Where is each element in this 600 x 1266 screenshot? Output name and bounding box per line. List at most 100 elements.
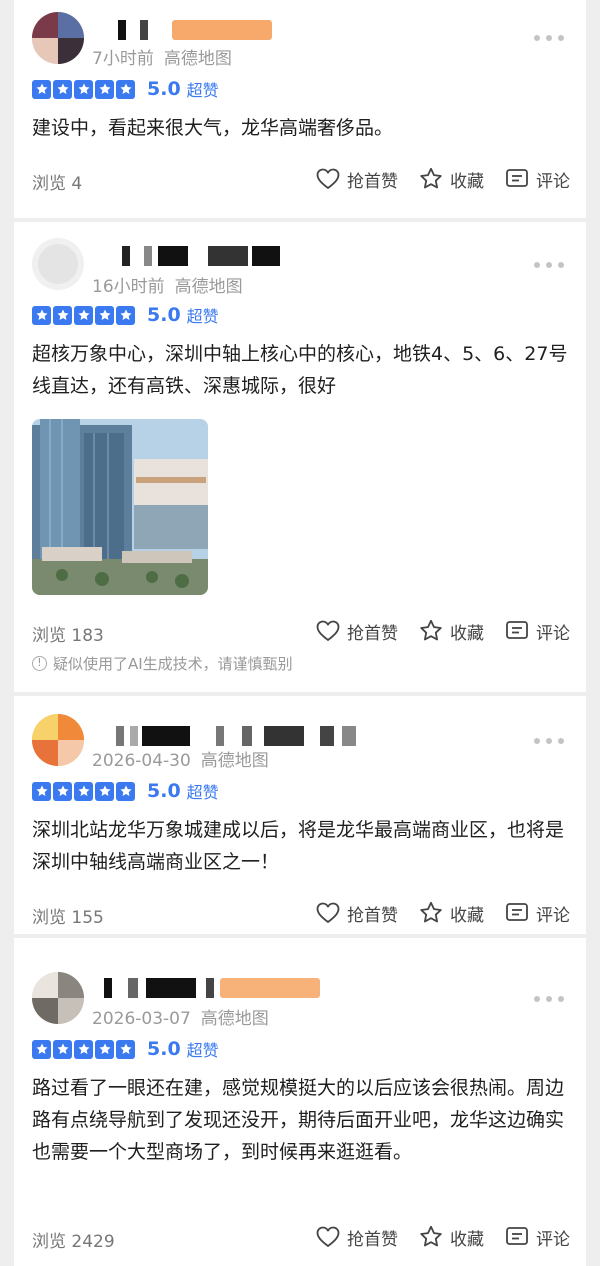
favorite-label: 收藏 xyxy=(450,171,484,192)
like-button[interactable]: 抢首赞 xyxy=(315,1224,398,1250)
star-icon xyxy=(74,781,93,801)
star-icon xyxy=(116,1039,135,1059)
review-actions: 抢首赞 收藏 评论 xyxy=(295,617,570,645)
review-source: 高德地图 xyxy=(174,277,243,297)
review-card: 16小时前 高德地图 5.0 超赞 超核万象中心，深圳中轴上核心中的核心，地铁4、… xyxy=(14,222,586,692)
rating-score: 5.0 xyxy=(147,780,181,802)
star-icon xyxy=(74,305,93,325)
view-count: 浏览 155 xyxy=(32,908,104,928)
review-card: 2026-03-07 高德地图 5.0 超赞 路过看了一眼还在建，感觉规模挺大的以… xyxy=(14,938,586,1266)
rating-level: 超赞 xyxy=(186,1041,219,1060)
star-icon xyxy=(32,305,51,325)
star-outline-icon xyxy=(418,900,444,926)
star-icon xyxy=(116,781,135,801)
review-time: 16小时前 xyxy=(92,277,165,297)
view-count: 浏览 4 xyxy=(32,174,83,194)
star-icon xyxy=(74,79,93,99)
star-icon xyxy=(95,1039,114,1059)
heart-icon xyxy=(315,166,341,192)
star-icon xyxy=(116,305,135,325)
ai-warning: ! 疑似使用了AI生成技术，请谨慎甄别 xyxy=(32,653,293,674)
username-blurred xyxy=(116,726,376,746)
rating: 5.0 超赞 xyxy=(32,304,219,326)
star-icon xyxy=(53,781,72,801)
comment-icon xyxy=(504,1224,530,1250)
review-meta: 2026-03-07 高德地图 xyxy=(92,1004,269,1029)
username-blurred xyxy=(104,978,334,998)
star-icon xyxy=(74,1039,93,1059)
rating-score: 5.0 xyxy=(147,1038,181,1060)
like-button[interactable]: 抢首赞 xyxy=(315,166,398,192)
review-time: 7小时前 xyxy=(92,49,154,69)
review-time: 2026-04-30 xyxy=(92,751,191,771)
view-count: 浏览 183 xyxy=(32,626,104,646)
favorite-label: 收藏 xyxy=(450,623,484,644)
more-icon[interactable] xyxy=(534,736,564,746)
rating: 5.0 超赞 xyxy=(32,78,219,100)
rating: 5.0 超赞 xyxy=(32,780,219,802)
review-card: 7小时前 高德地图 5.0 超赞 建设中，看起来很大气，龙华高端奢侈品。 浏览 4… xyxy=(14,0,586,218)
review-text: 深圳北站龙华万象城建成以后，将是龙华最高端商业区，也将是深圳中轴线高端商业区之一… xyxy=(32,819,565,873)
rating-level: 超赞 xyxy=(186,81,219,100)
rating-level: 超赞 xyxy=(186,783,219,802)
favorite-button[interactable]: 收藏 xyxy=(418,1224,484,1250)
like-label: 抢首赞 xyxy=(347,905,398,926)
review-actions: 抢首赞 收藏 评论 xyxy=(295,1223,570,1251)
view-count: 浏览 2429 xyxy=(32,1232,115,1252)
review-text: 建设中，看起来很大气，龙华高端奢侈品。 xyxy=(32,117,394,139)
review-source: 高德地图 xyxy=(163,49,232,69)
rating-score: 5.0 xyxy=(147,78,181,100)
heart-icon xyxy=(315,1224,341,1250)
like-button[interactable]: 抢首赞 xyxy=(315,618,398,644)
comment-button[interactable]: 评论 xyxy=(504,166,570,192)
avatar[interactable] xyxy=(32,238,84,290)
more-icon[interactable] xyxy=(534,994,564,1004)
star-icon xyxy=(95,305,114,325)
star-icon xyxy=(95,781,114,801)
star-icon xyxy=(53,1039,72,1059)
like-button[interactable]: 抢首赞 xyxy=(315,900,398,926)
star-icon xyxy=(53,79,72,99)
comment-label: 评论 xyxy=(536,905,570,926)
comment-button[interactable]: 评论 xyxy=(504,1224,570,1250)
more-icon[interactable] xyxy=(534,260,564,270)
heart-icon xyxy=(315,900,341,926)
comment-icon xyxy=(504,618,530,644)
comment-icon xyxy=(504,166,530,192)
review-photo[interactable] xyxy=(32,419,208,595)
favorite-button[interactable]: 收藏 xyxy=(418,900,484,926)
avatar[interactable] xyxy=(32,714,84,766)
rating-level: 超赞 xyxy=(186,307,219,326)
like-label: 抢首赞 xyxy=(347,171,398,192)
review-card: 2026-04-30 高德地图 5.0 超赞 深圳北站龙华万象城建成以后，将是龙华… xyxy=(14,696,586,934)
review-text: 超核万象中心，深圳中轴上核心中的核心，地铁4、5、6、27号线直达，还有高铁、深… xyxy=(32,343,568,397)
star-icon xyxy=(32,781,51,801)
review-actions: 抢首赞 收藏 评论 xyxy=(295,899,570,927)
star-icon xyxy=(53,305,72,325)
review-meta: 2026-04-30 高德地图 xyxy=(92,746,269,771)
favorite-button[interactable]: 收藏 xyxy=(418,166,484,192)
ai-warning-text: 疑似使用了AI生成技术，请谨慎甄别 xyxy=(53,655,293,673)
review-time: 2026-03-07 xyxy=(92,1009,191,1029)
review-meta: 7小时前 高德地图 xyxy=(92,44,232,69)
star-icon xyxy=(32,1039,51,1059)
star-outline-icon xyxy=(418,1224,444,1250)
comment-label: 评论 xyxy=(536,1229,570,1250)
more-icon[interactable] xyxy=(534,33,564,43)
star-icon xyxy=(95,79,114,99)
comment-icon xyxy=(504,900,530,926)
rating-score: 5.0 xyxy=(147,304,181,326)
review-source: 高德地图 xyxy=(200,751,269,771)
comment-button[interactable]: 评论 xyxy=(504,618,570,644)
favorite-label: 收藏 xyxy=(450,905,484,926)
comment-label: 评论 xyxy=(536,623,570,644)
username-blurred xyxy=(118,20,278,40)
avatar[interactable] xyxy=(32,972,84,1024)
comment-button[interactable]: 评论 xyxy=(504,900,570,926)
favorite-label: 收藏 xyxy=(450,1229,484,1250)
avatar[interactable] xyxy=(32,12,84,64)
favorite-button[interactable]: 收藏 xyxy=(418,618,484,644)
review-actions: 抢首赞 收藏 评论 xyxy=(295,165,570,193)
star-icon xyxy=(116,79,135,99)
heart-icon xyxy=(315,618,341,644)
